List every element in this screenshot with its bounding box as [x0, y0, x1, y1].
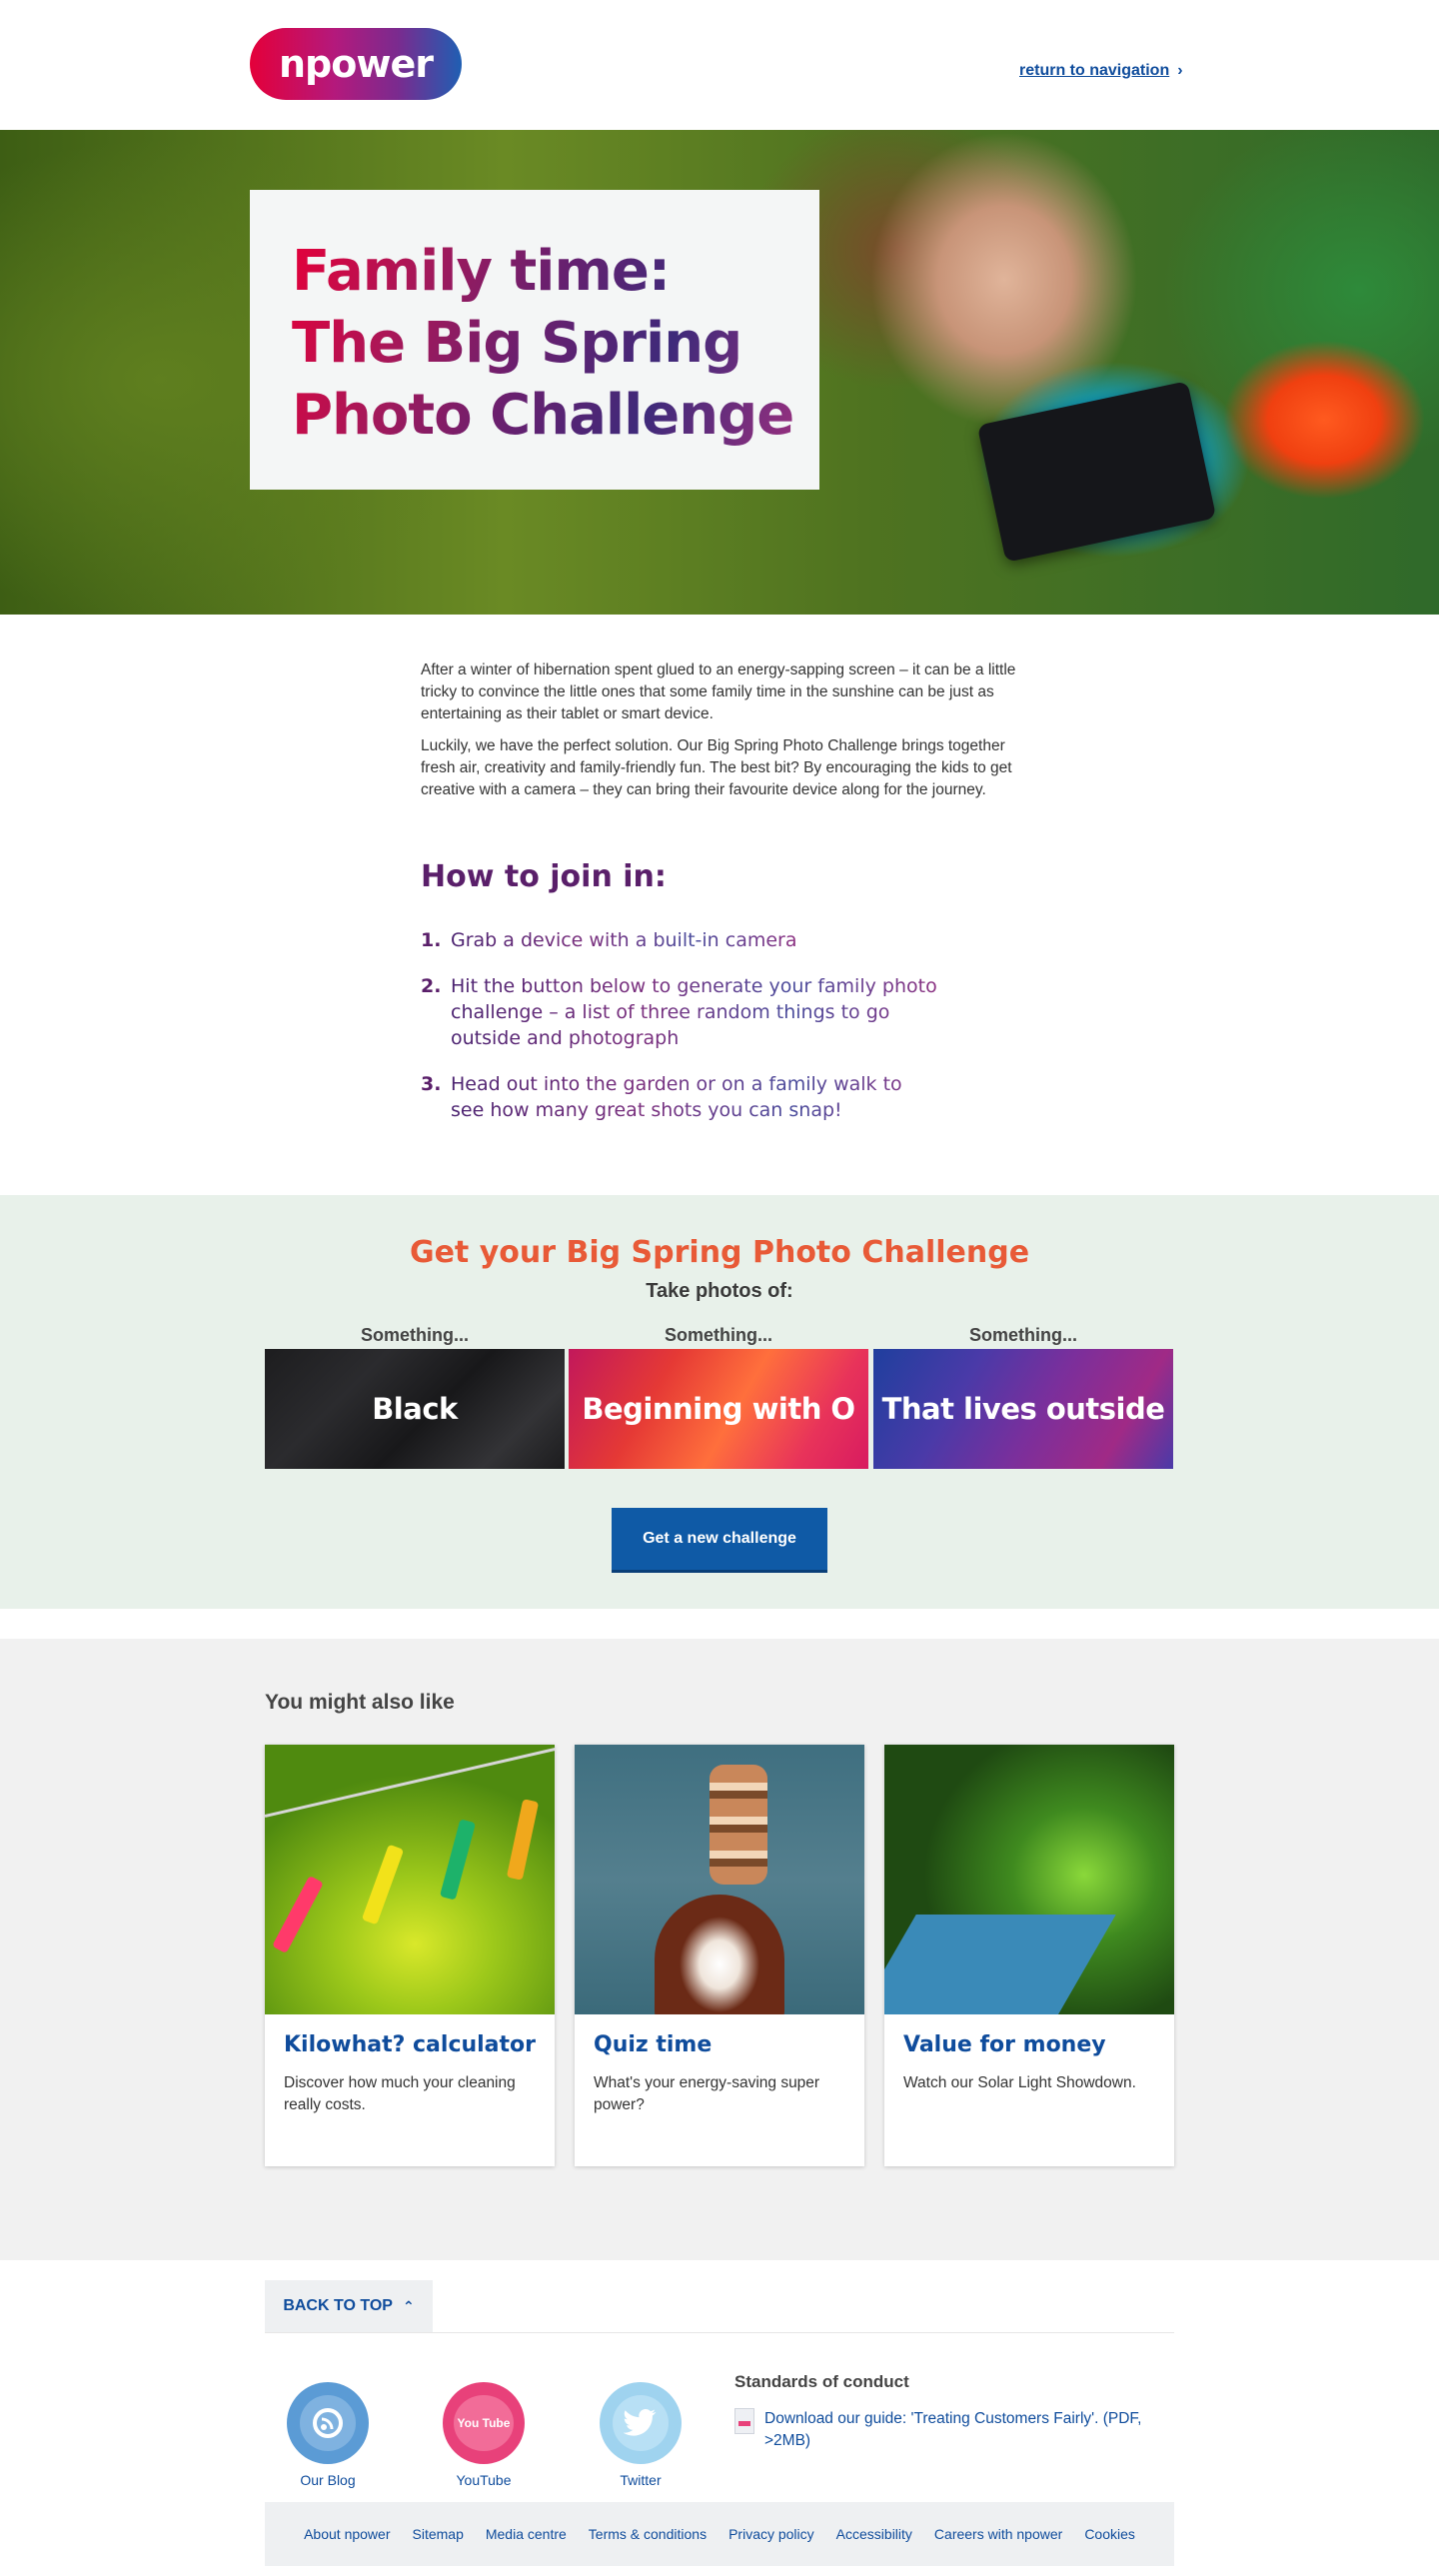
youtube-icon: You Tube [443, 2382, 525, 2464]
washing-line [265, 1747, 555, 1818]
related-heading: You might also like [265, 1691, 455, 1714]
footer-link-privacy[interactable]: Privacy policy [728, 2526, 814, 2542]
dog-shape [655, 1895, 784, 2014]
hero-phone-graphic [976, 381, 1217, 563]
twitter-icon [600, 2382, 682, 2464]
footer-link-terms[interactable]: Terms & conditions [589, 2526, 707, 2542]
peg-shape [361, 1844, 405, 1926]
treating-customers-fairly-link[interactable]: Download our guide: 'Treating Customers … [734, 2408, 1174, 2452]
blog-link[interactable]: Our Blog [268, 2382, 388, 2488]
back-to-top-label: BACK TO TOP [283, 2297, 393, 2314]
peg-shape [439, 1819, 477, 1901]
step-number: 1. [421, 929, 442, 951]
back-to-top-button[interactable]: BACK TO TOP ⌃ [265, 2280, 433, 2332]
standards-heading: Standards of conduct [734, 2372, 909, 2391]
tile-value: Beginning with O [582, 1392, 855, 1426]
challenge-tile-1: Something... Black [265, 1321, 565, 1469]
card-title: Kilowhat? calculator [284, 2032, 537, 2057]
tile-value: Black [372, 1392, 458, 1426]
related-card-quiz[interactable]: Quiz time What's your energy-saving supe… [575, 1745, 864, 2166]
pdf-icon [734, 2408, 754, 2434]
blog-icon [287, 2382, 369, 2464]
intro-paragraph: Luckily, we have the perfect solution. O… [421, 737, 1012, 798]
return-to-navigation-link[interactable]: return to navigation › [1019, 62, 1183, 80]
photo-challenge-section: Get your Big Spring Photo Challenge Take… [0, 1195, 1439, 1609]
card-description: Watch our Solar Light Showdown. [903, 2074, 1136, 2091]
step-number: 2. [421, 975, 442, 997]
tile-value-box: Black [265, 1349, 565, 1469]
peg-shape [506, 1799, 540, 1881]
page-title: Family time: The Big Spring Photo Challe… [292, 236, 811, 452]
intro-paragraph: After a winter of hibernation spent glue… [421, 661, 1016, 722]
tile-value-box: That lives outside [873, 1349, 1173, 1469]
donut-stack [710, 1765, 767, 1885]
card-description: Discover how much your cleaning really c… [284, 2074, 516, 2113]
standards-link-label: Download our guide: 'Treating Customers … [764, 2410, 1142, 2449]
footer-link-accessibility[interactable]: Accessibility [836, 2526, 912, 2542]
tile-value-box: Beginning with O [569, 1349, 868, 1469]
step-text: Grab a device with a built-in camera [451, 929, 797, 951]
step-item: 2. Hit the button below to generate your… [421, 973, 940, 1051]
intro-text: After a winter of hibernation spent glue… [421, 659, 1020, 811]
youtube-link[interactable]: You Tube YouTube [424, 2382, 544, 2488]
step-item: 3. Head out into the garden or on a fami… [421, 1071, 940, 1123]
footer-link-about[interactable]: About npower [304, 2526, 390, 2542]
footer-links: About npower Sitemap Media centre Terms … [265, 2502, 1174, 2566]
site-header: npower return to navigation › [0, 0, 1439, 130]
logo-text: npower [279, 42, 434, 86]
steps-list: 1. Grab a device with a built-in camera … [421, 927, 940, 1143]
footer-link-careers[interactable]: Careers with npower [934, 2526, 1062, 2542]
step-text: Hit the button below to generate your fa… [451, 973, 940, 1051]
return-link-label: return to navigation [1019, 62, 1170, 79]
page: npower return to navigation › Family time… [0, 0, 1439, 2576]
related-card-kilowhat[interactable]: Kilowhat? calculator Discover how much y… [265, 1745, 555, 2166]
step-text: Head out into the garden or on a family … [451, 1071, 940, 1123]
chevron-right-icon: › [1177, 62, 1183, 79]
tile-label: Something... [361, 1325, 469, 1345]
twitter-link[interactable]: Twitter [581, 2382, 701, 2488]
youtube-glyph: You Tube [454, 2395, 514, 2451]
garden-path [884, 1915, 1116, 2014]
tile-value: That lives outside [881, 1392, 1165, 1426]
card-description: What's your energy-saving super power? [594, 2074, 820, 2113]
standards-of-conduct: Standards of conduct Download our guide:… [734, 2372, 1174, 2452]
peg-shape [272, 1875, 324, 1954]
footer-link-cookies[interactable]: Cookies [1084, 2526, 1135, 2542]
hero-title-card: Family time: The Big Spring Photo Challe… [250, 190, 819, 490]
card-title: Quiz time [594, 2032, 713, 2057]
related-card-value[interactable]: Value for money Watch our Solar Light Sh… [884, 1745, 1174, 2166]
get-new-challenge-button[interactable]: Get a new challenge [612, 1508, 827, 1570]
card-title: Value for money [903, 2032, 1106, 2057]
challenge-heading: Get your Big Spring Photo Challenge [409, 1235, 1030, 1270]
youtube-label: YouTube [456, 2472, 512, 2488]
footer-link-media-centre[interactable]: Media centre [486, 2526, 567, 2542]
challenge-tile-3: Something... That lives outside [873, 1321, 1173, 1469]
twitter-label: Twitter [620, 2472, 662, 2488]
challenge-tile-2: Something... Beginning with O [569, 1321, 868, 1469]
challenge-subheading: Take photos of: [646, 1280, 793, 1302]
tile-label: Something... [665, 1325, 772, 1345]
tile-label: Something... [969, 1325, 1077, 1345]
footer-divider [265, 2332, 1174, 2333]
clothes-pegs-image [265, 1745, 555, 2014]
step-item: 1. Grab a device with a built-in camera [421, 927, 940, 953]
related-section: You might also like Kilowhat? calculator… [0, 1639, 1439, 2260]
npower-logo[interactable]: npower [250, 28, 462, 100]
dog-with-donuts-image [575, 1745, 864, 2014]
blog-label: Our Blog [300, 2472, 356, 2488]
solar-light-garden-image [884, 1745, 1174, 2014]
step-number: 3. [421, 1073, 442, 1095]
footer-link-sitemap[interactable]: Sitemap [413, 2526, 464, 2542]
chevron-up-icon: ⌃ [402, 2297, 415, 2314]
how-to-join-heading: How to join in: [421, 859, 667, 894]
